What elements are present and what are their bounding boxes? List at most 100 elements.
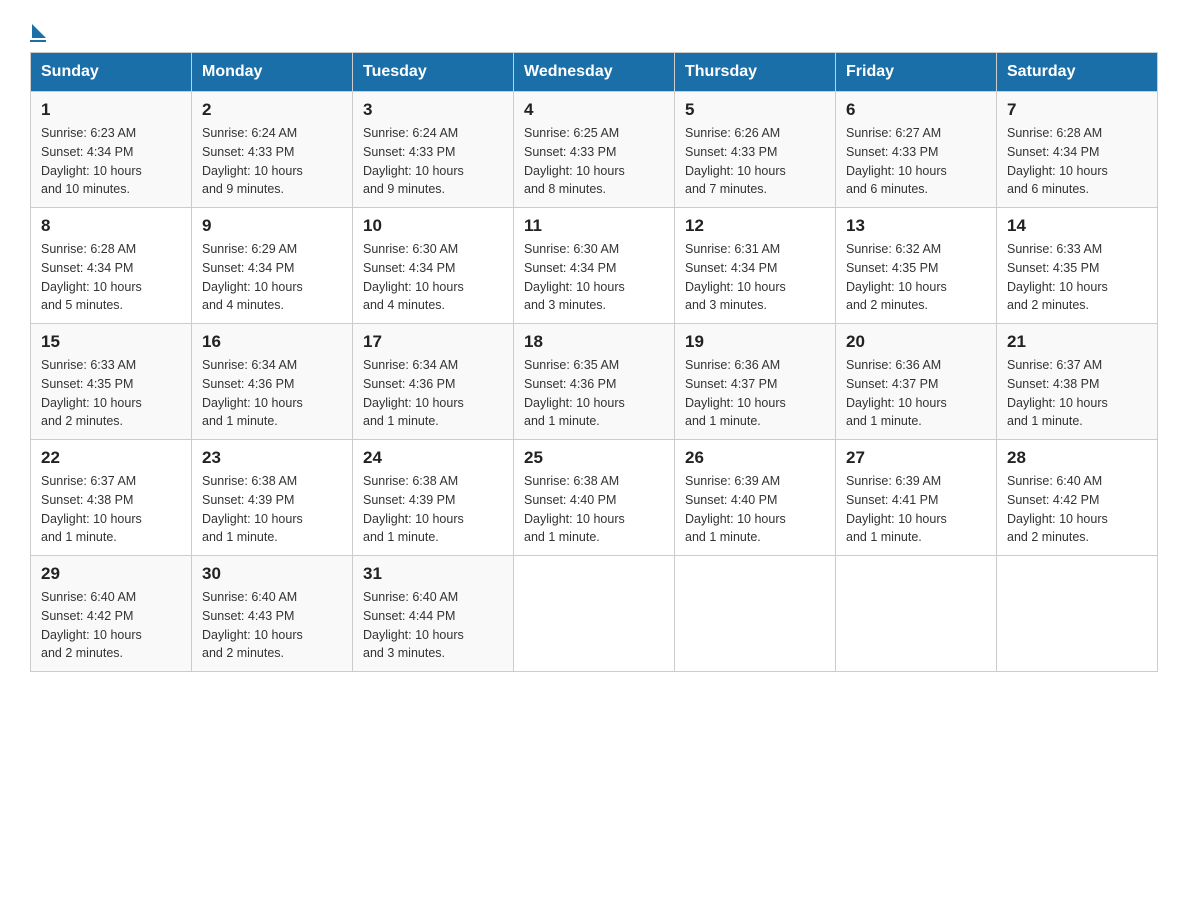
day-number: 3 [363,100,503,120]
day-info: Sunrise: 6:39 AMSunset: 4:40 PMDaylight:… [685,472,825,547]
day-number: 5 [685,100,825,120]
calendar-cell: 1 Sunrise: 6:23 AMSunset: 4:34 PMDaylight… [31,92,192,208]
day-info: Sunrise: 6:38 AMSunset: 4:40 PMDaylight:… [524,472,664,547]
calendar-cell: 29 Sunrise: 6:40 AMSunset: 4:42 PMDayligh… [31,556,192,672]
day-info: Sunrise: 6:27 AMSunset: 4:33 PMDaylight:… [846,124,986,199]
calendar-cell: 12 Sunrise: 6:31 AMSunset: 4:34 PMDayligh… [675,208,836,324]
day-info: Sunrise: 6:40 AMSunset: 4:42 PMDaylight:… [41,588,181,663]
day-info: Sunrise: 6:31 AMSunset: 4:34 PMDaylight:… [685,240,825,315]
day-info: Sunrise: 6:26 AMSunset: 4:33 PMDaylight:… [685,124,825,199]
weekday-header-thursday: Thursday [675,53,836,92]
day-number: 31 [363,564,503,584]
day-number: 18 [524,332,664,352]
day-number: 8 [41,216,181,236]
day-number: 20 [846,332,986,352]
calendar-week-row: 15 Sunrise: 6:33 AMSunset: 4:35 PMDayligh… [31,324,1158,440]
day-info: Sunrise: 6:33 AMSunset: 4:35 PMDaylight:… [1007,240,1147,315]
day-number: 9 [202,216,342,236]
calendar-cell: 2 Sunrise: 6:24 AMSunset: 4:33 PMDaylight… [192,92,353,208]
calendar-cell: 10 Sunrise: 6:30 AMSunset: 4:34 PMDayligh… [353,208,514,324]
day-info: Sunrise: 6:40 AMSunset: 4:43 PMDaylight:… [202,588,342,663]
weekday-header-friday: Friday [836,53,997,92]
calendar-cell: 17Sunrise: 6:34 AMSunset: 4:36 PMDayligh… [353,324,514,440]
day-info: Sunrise: 6:24 AMSunset: 4:33 PMDaylight:… [202,124,342,199]
day-number: 15 [41,332,181,352]
calendar-cell: 21 Sunrise: 6:37 AMSunset: 4:38 PMDayligh… [997,324,1158,440]
day-number: 29 [41,564,181,584]
calendar-cell: 5 Sunrise: 6:26 AMSunset: 4:33 PMDaylight… [675,92,836,208]
weekday-header-row: SundayMondayTuesdayWednesdayThursdayFrid… [31,53,1158,92]
calendar-cell: 14 Sunrise: 6:33 AMSunset: 4:35 PMDayligh… [997,208,1158,324]
day-info: Sunrise: 6:30 AMSunset: 4:34 PMDaylight:… [363,240,503,315]
calendar-cell [997,556,1158,672]
day-info: Sunrise: 6:38 AMSunset: 4:39 PMDaylight:… [202,472,342,547]
calendar-cell: 9Sunrise: 6:29 AMSunset: 4:34 PMDaylight… [192,208,353,324]
calendar-cell: 8 Sunrise: 6:28 AMSunset: 4:34 PMDaylight… [31,208,192,324]
day-info: Sunrise: 6:28 AMSunset: 4:34 PMDaylight:… [41,240,181,315]
calendar-cell: 19 Sunrise: 6:36 AMSunset: 4:37 PMDayligh… [675,324,836,440]
day-info: Sunrise: 6:34 AMSunset: 4:36 PMDaylight:… [202,356,342,431]
day-info: Sunrise: 6:37 AMSunset: 4:38 PMDaylight:… [1007,356,1147,431]
day-info: Sunrise: 6:40 AMSunset: 4:42 PMDaylight:… [1007,472,1147,547]
day-number: 11 [524,216,664,236]
day-info: Sunrise: 6:24 AMSunset: 4:33 PMDaylight:… [363,124,503,199]
day-number: 2 [202,100,342,120]
day-number: 19 [685,332,825,352]
day-number: 27 [846,448,986,468]
calendar-cell [836,556,997,672]
calendar-table: SundayMondayTuesdayWednesdayThursdayFrid… [30,52,1158,672]
calendar-cell [675,556,836,672]
logo-arrow-icon [32,24,46,38]
day-info: Sunrise: 6:23 AMSunset: 4:34 PMDaylight:… [41,124,181,199]
calendar-cell: 7Sunrise: 6:28 AMSunset: 4:34 PMDaylight… [997,92,1158,208]
day-number: 24 [363,448,503,468]
day-info: Sunrise: 6:32 AMSunset: 4:35 PMDaylight:… [846,240,986,315]
calendar-cell: 18 Sunrise: 6:35 AMSunset: 4:36 PMDayligh… [514,324,675,440]
calendar-cell: 26 Sunrise: 6:39 AMSunset: 4:40 PMDayligh… [675,440,836,556]
day-number: 4 [524,100,664,120]
calendar-cell: 23 Sunrise: 6:38 AMSunset: 4:39 PMDayligh… [192,440,353,556]
calendar-cell: 4Sunrise: 6:25 AMSunset: 4:33 PMDaylight… [514,92,675,208]
calendar-cell: 20 Sunrise: 6:36 AMSunset: 4:37 PMDayligh… [836,324,997,440]
day-info: Sunrise: 6:38 AMSunset: 4:39 PMDaylight:… [363,472,503,547]
day-number: 26 [685,448,825,468]
day-number: 23 [202,448,342,468]
weekday-header-saturday: Saturday [997,53,1158,92]
page-header [30,20,1158,42]
day-number: 25 [524,448,664,468]
day-info: Sunrise: 6:36 AMSunset: 4:37 PMDaylight:… [685,356,825,431]
calendar-cell: 3 Sunrise: 6:24 AMSunset: 4:33 PMDaylight… [353,92,514,208]
calendar-week-row: 22Sunrise: 6:37 AMSunset: 4:38 PMDayligh… [31,440,1158,556]
day-number: 21 [1007,332,1147,352]
logo-underline [30,40,46,42]
weekday-header-monday: Monday [192,53,353,92]
weekday-header-sunday: Sunday [31,53,192,92]
weekday-header-wednesday: Wednesday [514,53,675,92]
day-number: 7 [1007,100,1147,120]
calendar-cell: 24 Sunrise: 6:38 AMSunset: 4:39 PMDayligh… [353,440,514,556]
day-number: 13 [846,216,986,236]
day-number: 12 [685,216,825,236]
day-info: Sunrise: 6:30 AMSunset: 4:34 PMDaylight:… [524,240,664,315]
day-info: Sunrise: 6:35 AMSunset: 4:36 PMDaylight:… [524,356,664,431]
calendar-cell: 13 Sunrise: 6:32 AMSunset: 4:35 PMDayligh… [836,208,997,324]
calendar-cell: 15 Sunrise: 6:33 AMSunset: 4:35 PMDayligh… [31,324,192,440]
calendar-cell: 28 Sunrise: 6:40 AMSunset: 4:42 PMDayligh… [997,440,1158,556]
calendar-cell: 16 Sunrise: 6:34 AMSunset: 4:36 PMDayligh… [192,324,353,440]
day-number: 10 [363,216,503,236]
calendar-cell: 22Sunrise: 6:37 AMSunset: 4:38 PMDayligh… [31,440,192,556]
day-number: 22 [41,448,181,468]
day-info: Sunrise: 6:33 AMSunset: 4:35 PMDaylight:… [41,356,181,431]
day-number: 28 [1007,448,1147,468]
day-info: Sunrise: 6:36 AMSunset: 4:37 PMDaylight:… [846,356,986,431]
day-number: 6 [846,100,986,120]
day-number: 16 [202,332,342,352]
day-number: 14 [1007,216,1147,236]
calendar-week-row: 1 Sunrise: 6:23 AMSunset: 4:34 PMDaylight… [31,92,1158,208]
calendar-cell [514,556,675,672]
calendar-cell: 30 Sunrise: 6:40 AMSunset: 4:43 PMDayligh… [192,556,353,672]
day-number: 1 [41,100,181,120]
day-info: Sunrise: 6:40 AMSunset: 4:44 PMDaylight:… [363,588,503,663]
day-number: 30 [202,564,342,584]
calendar-cell: 27Sunrise: 6:39 AMSunset: 4:41 PMDayligh… [836,440,997,556]
